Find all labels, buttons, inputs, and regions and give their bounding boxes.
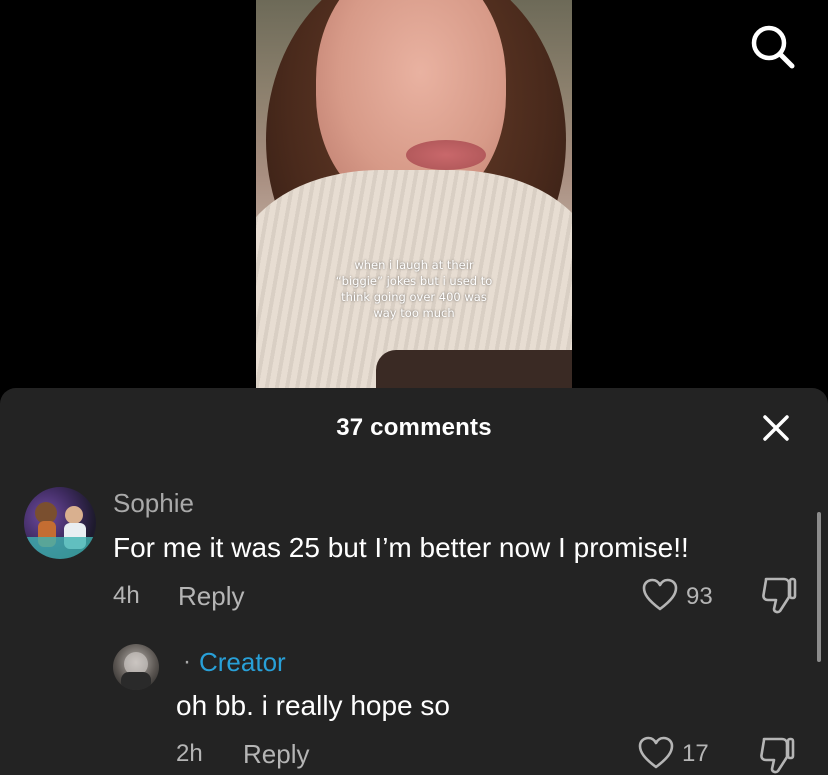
thumbs-down-icon[interactable] [760,575,798,615]
creator-badge: Creator [199,647,286,677]
comment-text: For me it was 25 but I’m better now I pr… [113,532,689,563]
close-icon[interactable] [760,412,792,444]
reply-timestamp: 2h [176,740,203,767]
video-lip-shape [406,140,486,170]
heart-icon[interactable] [638,736,674,770]
avatar[interactable] [24,487,96,559]
separator-dot: · [183,648,191,675]
comments-count-title: 37 comments [336,414,492,441]
scrollbar[interactable] [817,512,821,662]
video-shadow-shape [376,350,572,388]
reply-button[interactable]: Reply [243,739,309,770]
like-count: 17 [682,740,709,767]
video-caption: when i laugh at their “biggie” jokes but… [335,258,493,320]
search-icon[interactable] [750,24,796,70]
heart-icon[interactable] [642,578,678,612]
reply-text: oh bb. i really hope so [176,690,450,721]
thumbs-down-icon[interactable] [758,735,796,775]
comment-username[interactable]: Sophie [113,488,194,519]
creator-avatar[interactable] [113,644,159,690]
video-preview[interactable]: when i laugh at their “biggie” jokes but… [256,0,572,388]
comment-timestamp: 4h [113,582,140,609]
like-count: 93 [686,583,713,610]
reply-button[interactable]: Reply [178,581,244,612]
